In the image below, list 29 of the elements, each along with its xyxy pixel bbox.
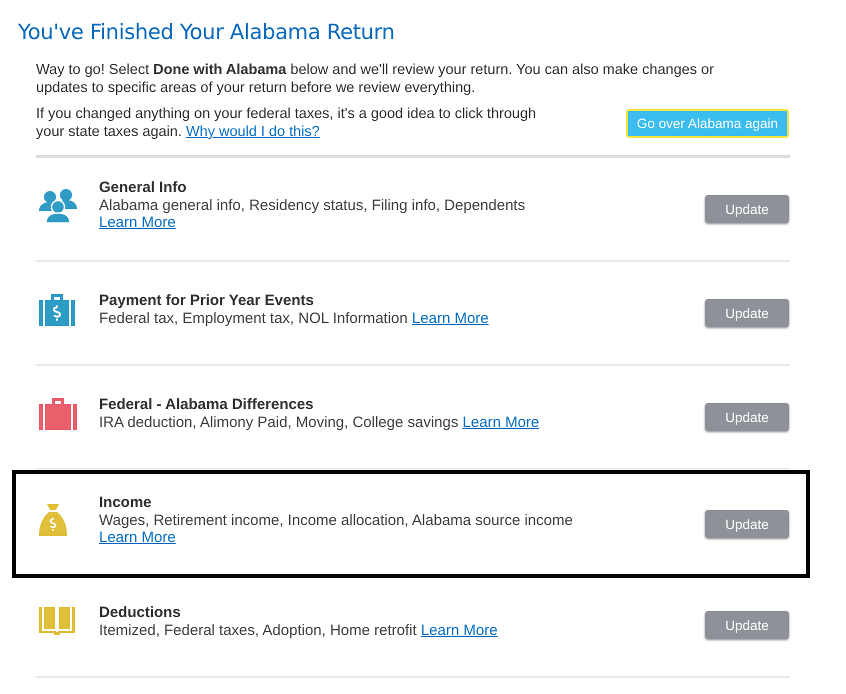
people-icon (39, 187, 77, 223)
update-button[interactable]: Update (705, 611, 789, 639)
section-title: Income (99, 494, 153, 512)
update-button[interactable]: Update (705, 403, 789, 431)
learn-more-link[interactable]: Learn More (99, 214, 176, 231)
section-title: Payment for Prior Year Events (99, 292, 315, 310)
learn-more-link[interactable]: Learn More (462, 414, 540, 430)
page-title: You've Finished Your Alabama Return (17, 19, 396, 44)
learn-more-link[interactable]: Learn More (420, 622, 498, 638)
section-description: Itemized, Federal taxes, Adoption, Home retrofit Learn More (99, 622, 499, 638)
learn-more-link[interactable]: Learn More (412, 310, 489, 326)
section-description: Wages, Retirement income, Income allocation, Alabama source income Learn More (99, 512, 574, 546)
learn-more-link[interactable]: Learn More (99, 529, 176, 546)
suitcase-icon (39, 396, 77, 430)
book-icon (39, 607, 75, 635)
update-button[interactable]: Update (705, 299, 789, 327)
section-title: General Info (99, 179, 188, 197)
briefcase-dollar-icon (39, 292, 75, 326)
section-description: Federal tax, Employment tax, NOL Information Learn More (99, 310, 490, 326)
section-description: Alabama general info, Residency status, Filing info, Dependents Learn More (99, 197, 526, 231)
intro-text: Way to go! Select Done with Alabama below and we'll review your return. You can also make changes or updates to specific areas of your return before we review everything. (36, 61, 715, 97)
why-link[interactable]: Why would I do this? (186, 124, 320, 140)
recheck-text: If you changed anything on your federal taxes, it's a good idea to click through your state taxes again. Why would I do this? (36, 105, 538, 141)
update-button[interactable]: Update (705, 195, 789, 223)
money-bag-icon (39, 504, 67, 536)
section-title: Deductions (99, 604, 182, 622)
update-button[interactable]: Update (705, 510, 789, 538)
section-title: Federal - Alabama Differences (99, 396, 315, 414)
section-description: IRA deduction, Alimony Paid, Moving, College savings Learn More (99, 414, 540, 430)
